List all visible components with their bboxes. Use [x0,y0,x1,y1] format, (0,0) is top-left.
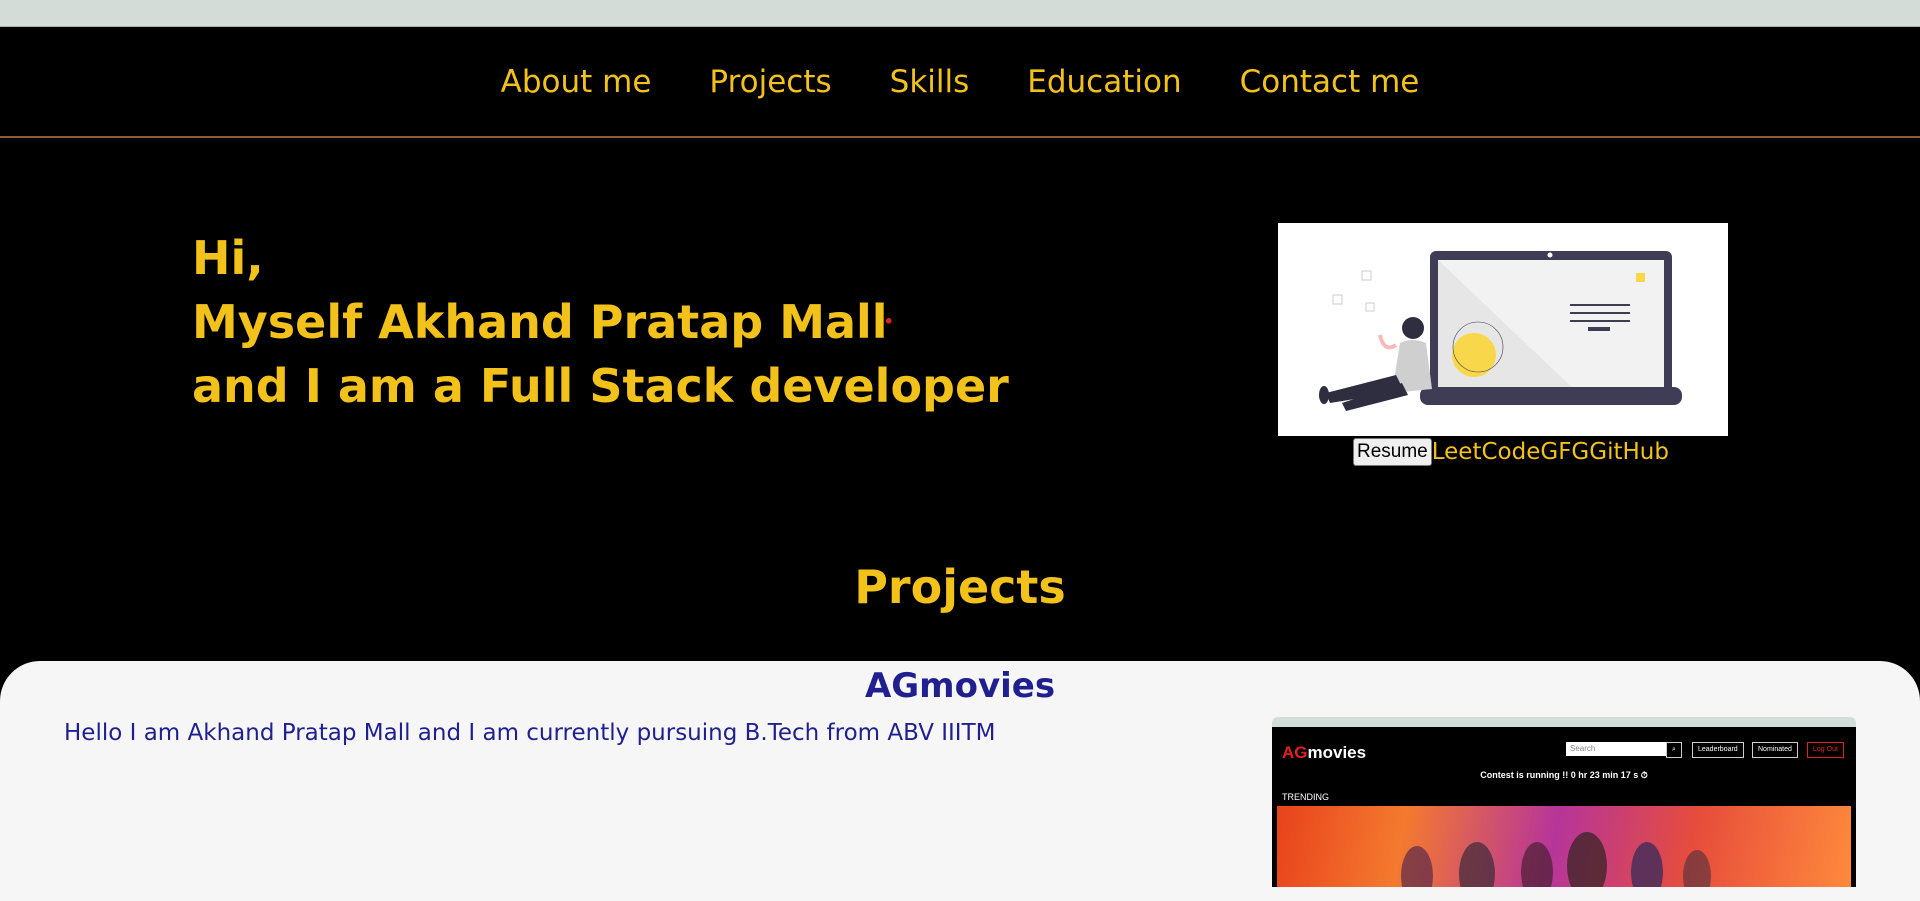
screenshot-logout-button: Log Out [1807,742,1844,758]
hero-role: and I am a Full Stack developer [192,359,1009,413]
nav-skills[interactable]: Skills [890,64,970,100]
screenshot-search-input: Search [1566,742,1666,756]
projects-heading: Projects [854,560,1066,614]
hero-illustration [1278,223,1728,436]
project-description: Hello I am Akhand Pratap Mall and I am c… [64,720,996,746]
nav-about-me[interactable]: About me [501,64,652,100]
screenshot-contest-banner: Contest is running !! 0 hr 23 min 17 s ⏱ [1480,770,1648,780]
nav-education[interactable]: Education [1027,64,1181,100]
screenshot-brand: AGmovies [1282,743,1367,762]
screenshot-poster-image [1277,806,1851,887]
navbar: About me Projects Skills Education Conta… [0,27,1920,138]
project-title: AGmovies [864,666,1056,706]
nav-projects[interactable]: Projects [709,64,831,100]
screenshot-trending-label: TRENDING [1282,792,1329,802]
hero-heading: Hi, Myself Akhand Pratap Mall• and I am … [192,226,1009,418]
github-link[interactable]: GitHub [1589,439,1669,465]
nav-contact-me[interactable]: Contact me [1240,64,1420,100]
hero-links: Resume LeetCode GFG GitHub [1353,438,1669,466]
resume-button[interactable]: Resume [1353,438,1432,466]
hero-name-line: Myself Akhand Pratap Mall• [192,290,1009,354]
movie-poster-icon [1401,832,1711,887]
person-with-laptop-icon [1278,223,1728,436]
hero-name: Myself Akhand Pratap Mall [192,295,888,349]
screenshot-search-icon: ⌕ [1666,742,1682,758]
screenshot-leaderboard-button: Leaderboard [1692,742,1744,758]
leetcode-link[interactable]: LeetCode [1432,439,1541,465]
project-screenshot[interactable]: AGmovies Search ⌕ Leaderboard Nominated … [1272,717,1856,887]
gfg-link[interactable]: GFG [1540,439,1589,465]
screenshot-nominated-button: Nominated [1752,742,1798,758]
hero-greeting: Hi, [192,231,264,285]
browser-top-strip [0,0,1920,27]
text-cursor-icon: • [883,312,894,331]
